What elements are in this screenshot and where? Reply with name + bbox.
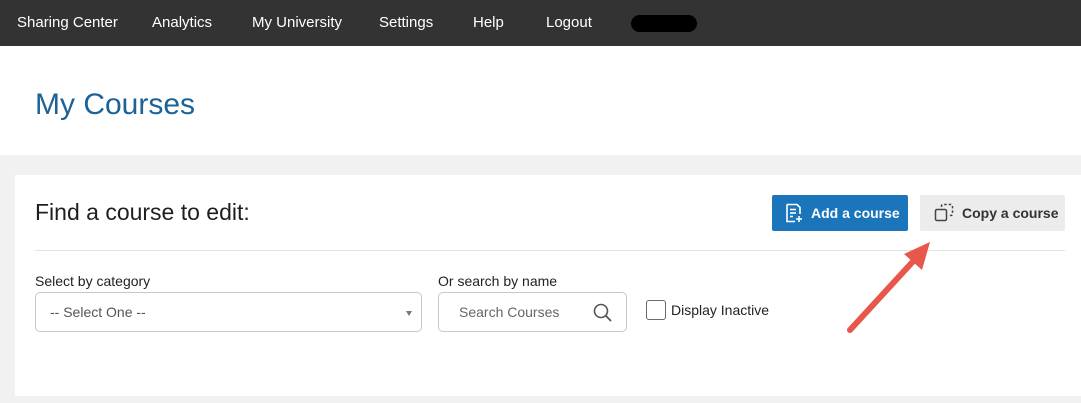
copy-course-button[interactable]: Copy a course xyxy=(920,195,1065,231)
chevron-down-icon xyxy=(406,311,412,316)
nav-item-analytics[interactable]: Analytics xyxy=(152,0,212,46)
nav-item-logout[interactable]: Logout xyxy=(546,0,592,46)
nav-item-my-university[interactable]: My University xyxy=(252,0,342,46)
display-inactive-label[interactable]: Display Inactive xyxy=(671,302,769,318)
search-label: Or search by name xyxy=(438,273,558,289)
page-title: My Courses xyxy=(35,88,196,121)
top-nav: Sharing Center Analytics My University S… xyxy=(0,0,1081,46)
nav-item-sharing-center[interactable]: Sharing Center xyxy=(17,0,118,46)
add-course-label: Add a course xyxy=(811,205,900,221)
course-finder-card: Find a course to edit: Add a course Copy… xyxy=(15,175,1081,396)
nav-item-help[interactable]: Help xyxy=(473,0,504,46)
document-add-icon xyxy=(785,203,803,223)
page-header: My Courses xyxy=(0,46,1081,155)
add-course-button[interactable]: Add a course xyxy=(772,195,908,231)
display-inactive-checkbox[interactable] xyxy=(646,300,666,320)
category-select[interactable]: -- Select One -- xyxy=(35,292,422,332)
category-label: Select by category xyxy=(35,273,151,289)
copy-course-label: Copy a course xyxy=(962,205,1059,221)
copy-icon xyxy=(934,203,954,223)
search-icon[interactable] xyxy=(593,303,612,322)
search-input[interactable] xyxy=(459,302,589,322)
category-select-value: -- Select One -- xyxy=(50,304,146,320)
find-course-heading: Find a course to edit: xyxy=(35,199,250,225)
redacted-user-name xyxy=(631,15,697,32)
nav-item-settings[interactable]: Settings xyxy=(379,0,433,46)
divider xyxy=(35,250,1065,251)
search-field xyxy=(438,292,627,332)
